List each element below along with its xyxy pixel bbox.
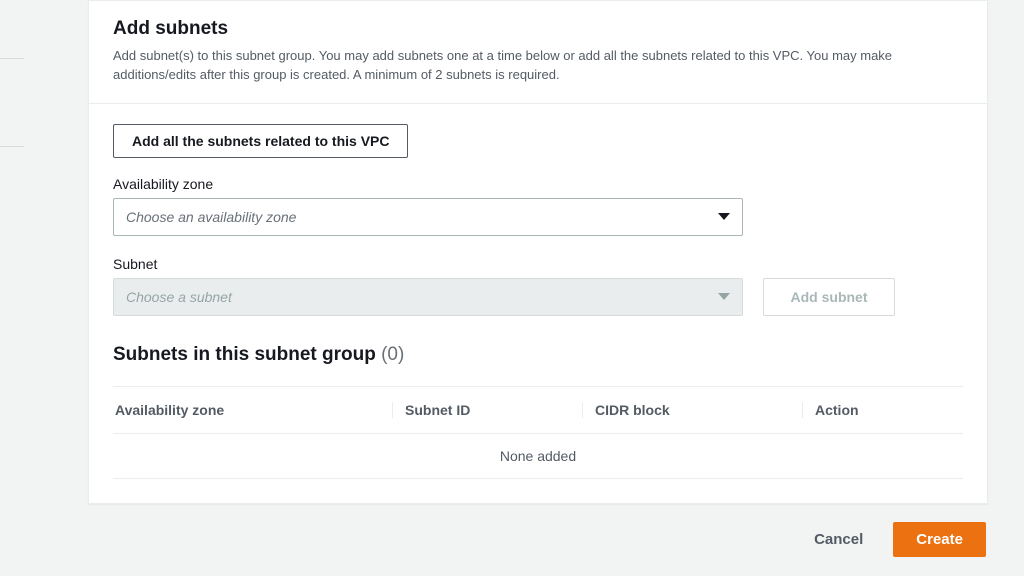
subnet-select[interactable]: Choose a subnet	[113, 278, 743, 316]
col-action: Action	[803, 402, 963, 418]
footer-actions: Cancel Create	[88, 504, 988, 557]
subnet-table: Availability zone Subnet ID CIDR block A…	[113, 386, 963, 479]
add-all-subnets-button[interactable]: Add all the subnets related to this VPC	[113, 124, 408, 158]
table-header: Availability zone Subnet ID CIDR block A…	[113, 387, 963, 433]
panel-header: Add subnets Add subnet(s) to this subnet…	[89, 1, 987, 104]
subnet-group-heading: Subnets in this subnet group (0)	[113, 344, 963, 366]
caret-down-icon	[718, 213, 730, 220]
availability-zone-select[interactable]: Choose an availability zone	[113, 198, 743, 236]
subnet-group-heading-text: Subnets in this subnet group	[113, 344, 376, 365]
panel-description: Add subnet(s) to this subnet group. You …	[113, 46, 963, 85]
create-button[interactable]: Create	[893, 522, 986, 557]
subnet-placeholder: Choose a subnet	[126, 289, 232, 305]
availability-zone-placeholder: Choose an availability zone	[126, 209, 296, 225]
add-subnet-button[interactable]: Add subnet	[763, 278, 895, 316]
panel-title: Add subnets	[113, 17, 963, 42]
table-empty-message: None added	[113, 433, 963, 478]
cancel-button[interactable]: Cancel	[796, 523, 881, 556]
col-availability-zone: Availability zone	[113, 402, 393, 418]
subnet-label: Subnet	[113, 256, 963, 272]
caret-down-icon	[718, 293, 730, 300]
col-cidr-block: CIDR block	[583, 402, 803, 418]
add-subnets-panel: Add subnets Add subnet(s) to this subnet…	[88, 0, 988, 504]
availability-zone-label: Availability zone	[113, 176, 963, 192]
col-subnet-id: Subnet ID	[393, 402, 583, 418]
subnet-group-count: (0)	[381, 344, 404, 365]
